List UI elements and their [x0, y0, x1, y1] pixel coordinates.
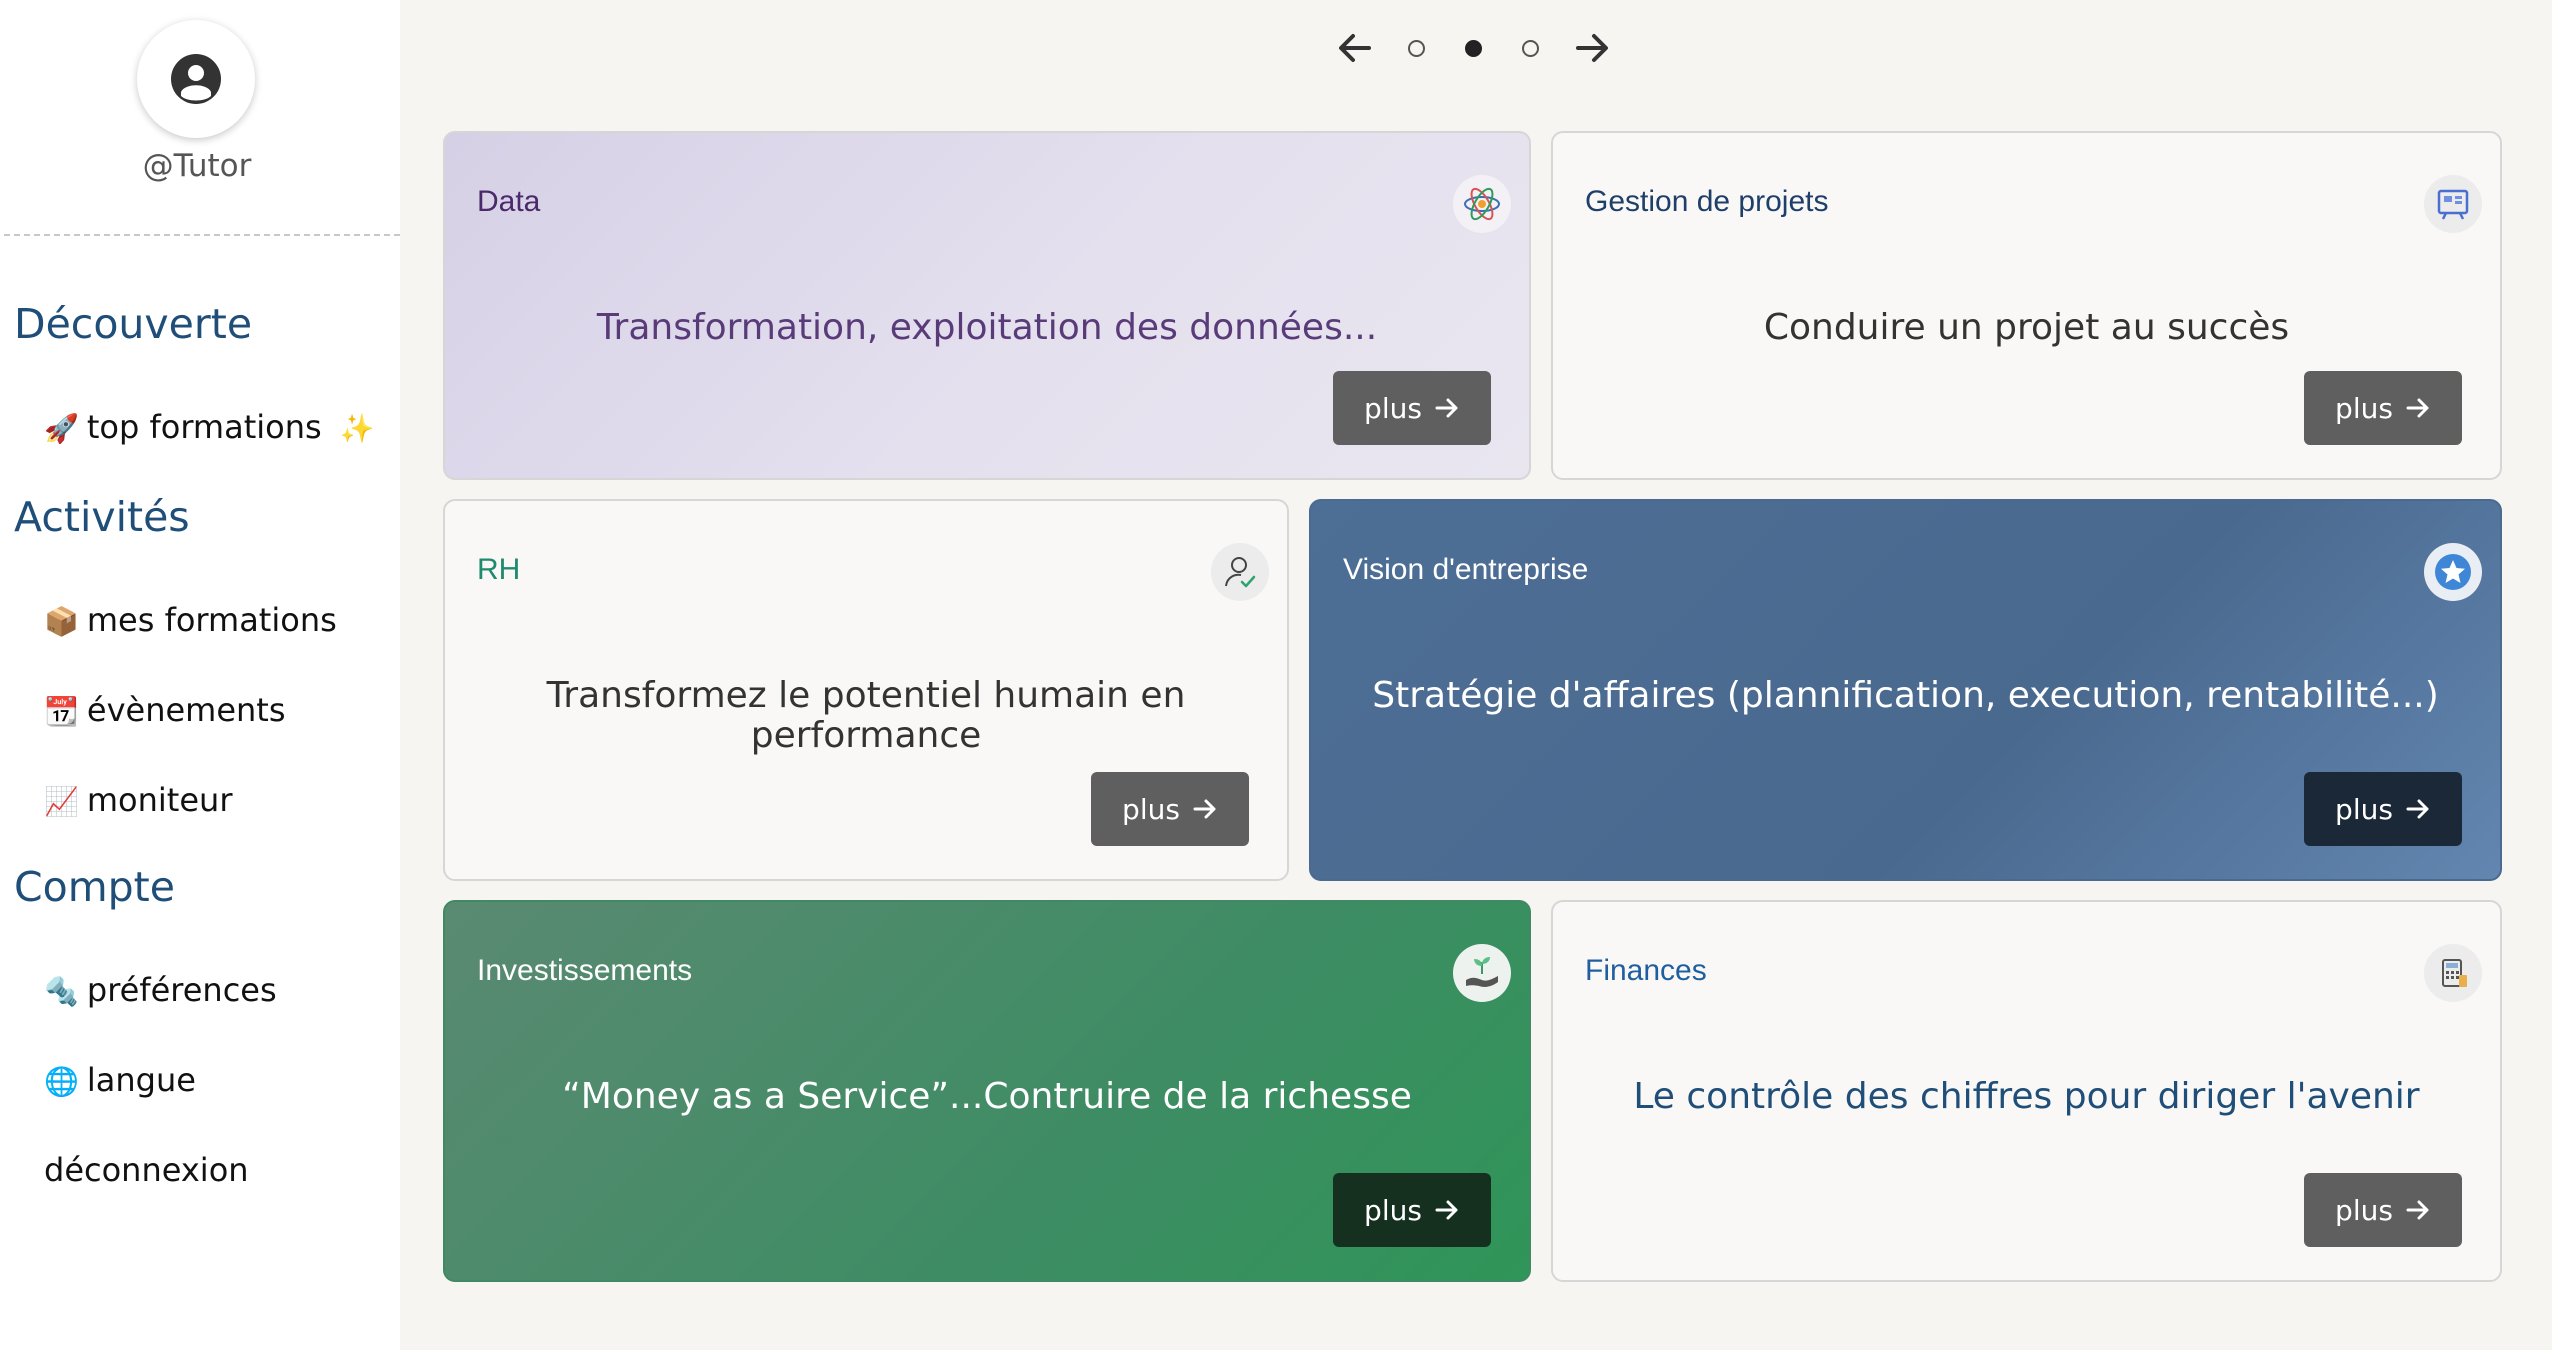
card-vision-d-entreprise[interactable]: Vision d'entreprise Stratégie d'affaires… [1309, 499, 2502, 881]
carousel-dot-1[interactable] [1408, 39, 1425, 57]
nav-item-label: mes formations [86, 601, 337, 639]
card-title: Investissements [477, 954, 693, 987]
card-description: “Money as a Service”...Contruire de la r… [562, 1076, 1412, 1117]
nav-item-label: top formations [86, 408, 322, 446]
plus-button-label: plus [2335, 792, 2393, 826]
arrow-right-icon [1435, 398, 1458, 418]
nav-item-label: préférences [86, 971, 277, 1009]
nut-bolt-icon: 🔩 [44, 975, 79, 1008]
carousel-nav [1332, 22, 1615, 74]
sparkles-icon: ✨ [339, 412, 375, 445]
money-hand-icon [1453, 944, 1511, 1002]
nav-item-deconnexion[interactable]: déconnexion [44, 1151, 249, 1189]
card-title: Gestion de projets [1585, 185, 1829, 218]
section-title-decouverte: Découverte [14, 300, 253, 348]
plus-button[interactable]: plus [1333, 1173, 1491, 1247]
chart-icon: 📈 [44, 785, 79, 818]
card-description: Transformez le potentiel humain en perfo… [546, 675, 1186, 756]
card-description: Stratégie d'affaires (plannification, ex… [1372, 675, 2439, 716]
nav-item-label: évènements [86, 691, 286, 729]
nav-item-label: moniteur [86, 781, 233, 819]
plus-button[interactable]: plus [1091, 772, 1249, 846]
card-gestion-de-projets[interactable]: Gestion de projets Conduire un projet au… [1551, 131, 2502, 480]
calendar-icon: 📆 [44, 695, 79, 728]
section-title-compte: Compte [14, 863, 175, 911]
plus-button-label: plus [1364, 1193, 1422, 1227]
card-title: Data [477, 185, 541, 218]
nav-item-moniteur[interactable]: 📈 moniteur [44, 781, 232, 819]
arrow-right-icon [1435, 1200, 1458, 1220]
arrow-left-icon[interactable] [1332, 25, 1378, 71]
arrow-right-icon[interactable] [1569, 25, 1615, 71]
card-title: Vision d'entreprise [1343, 553, 1589, 586]
plus-button[interactable]: plus [2304, 371, 2462, 445]
rocket-icon: 🚀 [44, 412, 79, 445]
avatar[interactable] [137, 20, 255, 138]
nav-item-top-formations[interactable]: 🚀 top formations ✨ [44, 408, 383, 446]
card-rh[interactable]: RH Transformez le potentiel humain en pe… [443, 499, 1289, 881]
username: @Tutor [142, 148, 252, 184]
atom-icon [1453, 175, 1511, 233]
plus-button-label: plus [2335, 1193, 2393, 1227]
nav-item-langue[interactable]: 🌐 langue [44, 1061, 196, 1099]
plus-button[interactable]: plus [2304, 772, 2462, 846]
card-title: RH [477, 553, 521, 586]
nav-item-preferences[interactable]: 🔩 préférences [44, 971, 277, 1009]
nav-item-evenements[interactable]: 📆 évènements [44, 691, 286, 729]
project-board-icon [2424, 175, 2482, 233]
plus-button[interactable]: plus [1333, 371, 1491, 445]
calculator-icon [2424, 944, 2482, 1002]
section-title-activites: Activités [14, 493, 190, 541]
card-investissements[interactable]: Investissements “Money as a Service”...C… [443, 900, 1531, 1282]
arrow-right-icon [2406, 398, 2429, 418]
nav-item-label: langue [86, 1061, 196, 1099]
carousel-dot-2[interactable] [1465, 39, 1482, 57]
plus-button-label: plus [1364, 391, 1422, 425]
user-icon [171, 54, 221, 104]
plus-button-label: plus [1122, 792, 1180, 826]
divider [4, 234, 400, 236]
globe-icon: 🌐 [44, 1065, 79, 1098]
star-badge-icon [2424, 543, 2482, 601]
plus-button[interactable]: plus [2304, 1173, 2462, 1247]
arrow-right-icon [2406, 799, 2429, 819]
card-description: Le contrôle des chiffres pour diriger l'… [1633, 1076, 2420, 1117]
card-title: Finances [1585, 954, 1707, 987]
card-description: Transformation, exploitation des données… [596, 307, 1378, 348]
card-data[interactable]: Data Transformation, exploitation des do… [443, 131, 1531, 480]
package-icon: 📦 [44, 605, 79, 638]
nav-item-mes-formations[interactable]: 📦 mes formations [44, 601, 337, 639]
plus-button-label: plus [2335, 391, 2393, 425]
carousel-dot-3[interactable] [1522, 39, 1539, 57]
person-check-icon [1211, 543, 1269, 601]
arrow-right-icon [2406, 1200, 2429, 1220]
arrow-right-icon [1193, 799, 1216, 819]
card-finances[interactable]: Finances Le contrôle des chiffres pour d… [1551, 900, 2502, 1282]
sidebar: @Tutor Découverte 🚀 top formations ✨ Acti… [0, 0, 400, 1350]
card-description: Conduire un projet au succès [1763, 307, 2290, 348]
